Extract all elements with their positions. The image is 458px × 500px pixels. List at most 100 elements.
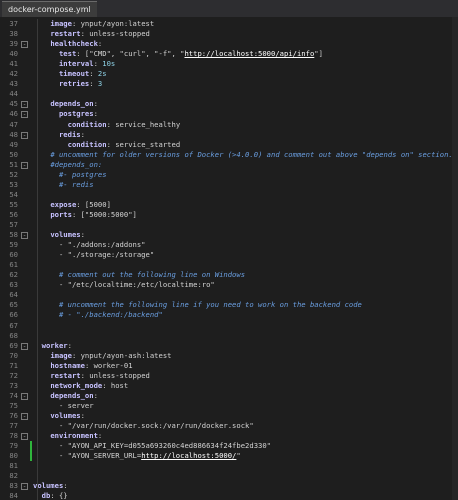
- yaml-value: - "/etc/localtime:/etc/localtime:ro": [58, 280, 215, 290]
- code-line[interactable]: 58- volumes:: [0, 230, 458, 240]
- yaml-key: ports: [50, 209, 72, 219]
- code-text: # uncomment for older versions of Docker…: [50, 150, 452, 160]
- tab-bar: docker-compose.yml: [0, 0, 458, 17]
- fold-toggle-icon[interactable]: -: [21, 483, 28, 491]
- code-editor[interactable]: 37 image: ynput/ayon:latest 38 restart: unl…: [0, 17, 458, 500]
- code-text: condition: service_started: [68, 140, 181, 150]
- code-line[interactable]: 38 restart: unless-stopped: [0, 29, 458, 39]
- line-number: 75: [9, 400, 18, 410]
- code-line[interactable]: 68: [0, 331, 458, 341]
- code-line[interactable]: 82: [0, 471, 458, 481]
- yaml-key: image: [50, 350, 72, 360]
- code-text: volumes:: [50, 230, 85, 240]
- code-line[interactable]: 73 network_mode: host: [0, 381, 458, 391]
- line-number: 50: [9, 149, 18, 159]
- code-line[interactable]: 47 condition: service_healthy: [0, 120, 458, 130]
- fold-toggle-icon[interactable]: -: [21, 111, 28, 119]
- code-text: restart: unless-stopped: [50, 371, 150, 381]
- line-number: 84: [9, 491, 18, 500]
- code-line[interactable]: 78- environment:: [0, 431, 458, 441]
- code-line[interactable]: 76- volumes:: [0, 411, 458, 421]
- code-line[interactable]: 69- worker:: [0, 341, 458, 351]
- fold-toggle-icon[interactable]: -: [21, 101, 28, 109]
- yaml-value: :: [89, 69, 98, 79]
- code-line[interactable]: 39- healthcheck:: [0, 39, 458, 49]
- code-line[interactable]: 54: [0, 190, 458, 200]
- line-number: 65: [9, 300, 18, 310]
- yaml-value: : {}: [50, 491, 68, 500]
- code-line[interactable]: 40 test: ["CMD", "curl", "-f", "http://lo…: [0, 49, 458, 59]
- code-line[interactable]: 77 - "/var/run/docker.sock:/var/run/docke…: [0, 421, 458, 431]
- code-line[interactable]: 50 # uncomment for older versions of Dock…: [0, 150, 458, 160]
- fold-toggle-icon[interactable]: -: [21, 412, 28, 420]
- code-line[interactable]: 72 restart: unless-stopped: [0, 371, 458, 381]
- code-line[interactable]: 56 ports: ["5000:5000"]: [0, 210, 458, 220]
- code-line[interactable]: 63 - "/etc/localtime:/etc/localtime:ro": [0, 280, 458, 290]
- code-line[interactable]: 61: [0, 260, 458, 270]
- line-number: 42: [9, 69, 18, 79]
- code-line[interactable]: 41 interval: 10s: [0, 59, 458, 69]
- code-line[interactable]: 65 # uncomment the following line if you …: [0, 300, 458, 310]
- indent-guide: [37, 19, 38, 500]
- line-number: 62: [9, 270, 18, 280]
- code-text: postgres:: [59, 109, 98, 119]
- code-line[interactable]: 67: [0, 321, 458, 331]
- line-number: 52: [9, 169, 18, 179]
- code-line[interactable]: 59 - "./addons:/addons": [0, 240, 458, 250]
- yaml-value: : service_healthy: [106, 119, 181, 129]
- code-line[interactable]: 70 image: ynput/ayon-ash:latest: [0, 351, 458, 361]
- code-line[interactable]: 66 # - "./backend:/backend": [0, 310, 458, 320]
- code-line[interactable]: 51- #depends_on:: [0, 160, 458, 170]
- yaml-comment: #- postgres: [58, 169, 107, 179]
- code-line[interactable]: 74- depends_on:: [0, 391, 458, 401]
- code-line[interactable]: 53 #- redis: [0, 180, 458, 190]
- code-line[interactable]: 64: [0, 290, 458, 300]
- code-line[interactable]: 49 condition: service_started: [0, 140, 458, 150]
- line-number: 45: [9, 99, 18, 109]
- code-line[interactable]: 43 retries: 3: [0, 79, 458, 89]
- code-line[interactable]: 55 expose: [5000]: [0, 200, 458, 210]
- code-line[interactable]: 42 timeout: 2s: [0, 69, 458, 79]
- code-line[interactable]: 45- depends_on:: [0, 99, 458, 109]
- code-line[interactable]: 48- redis:: [0, 130, 458, 140]
- code-text: volumes:: [33, 481, 68, 491]
- fold-toggle-icon[interactable]: -: [21, 392, 28, 400]
- yaml-value: : unless-stopped: [80, 29, 150, 39]
- code-line[interactable]: 52 #- postgres: [0, 170, 458, 180]
- code-line[interactable]: 46- postgres:: [0, 109, 458, 119]
- code-line[interactable]: 44: [0, 89, 458, 99]
- vertical-scrollbar[interactable]: [452, 17, 458, 500]
- url-link[interactable]: http://localhost:5000/: [141, 451, 236, 460]
- fold-toggle-icon[interactable]: -: [21, 342, 28, 350]
- fold-toggle-icon[interactable]: -: [21, 41, 28, 49]
- line-number: 44: [9, 89, 18, 99]
- line-number: 61: [9, 260, 18, 270]
- line-number: 70: [9, 350, 18, 360]
- code-line[interactable]: 81: [0, 461, 458, 471]
- code-line[interactable]: 80 - "AYON_SERVER_URL=http://localhost:50…: [0, 451, 458, 462]
- code-line[interactable]: 37 image: ynput/ayon:latest: [0, 19, 458, 29]
- code-text: condition: service_healthy: [68, 120, 181, 130]
- code-text: ports: ["5000:5000"]: [50, 210, 137, 220]
- code-line[interactable]: 71 hostname: worker-01: [0, 361, 458, 371]
- code-line[interactable]: 83- volumes:: [0, 481, 458, 491]
- yaml-value: : service_started: [106, 139, 181, 149]
- fold-toggle-icon[interactable]: -: [21, 161, 28, 169]
- url-link[interactable]: http://localhost:5000/api/info: [184, 49, 314, 58]
- code-line[interactable]: 75 - server: [0, 401, 458, 411]
- code-line[interactable]: 79 - "AYON_API_KEY=d055a693260c4ed886634f…: [0, 441, 458, 452]
- fold-toggle-icon[interactable]: -: [21, 232, 28, 240]
- yaml-key: interval: [58, 59, 94, 69]
- code-text: worker:: [42, 341, 72, 351]
- code-line[interactable]: 84 db: {}: [0, 491, 458, 500]
- yaml-value: - "./addons:/addons": [58, 240, 146, 250]
- code-line[interactable]: 57: [0, 220, 458, 230]
- code-line[interactable]: 62 # comment out the following line on Wi…: [0, 270, 458, 280]
- line-number: 64: [9, 290, 18, 300]
- fold-toggle-icon[interactable]: -: [21, 433, 28, 441]
- code-line[interactable]: 60 - "./storage:/storage": [0, 250, 458, 260]
- yaml-value: - "/var/run/docker.sock:/var/run/docker.…: [58, 421, 254, 430]
- fold-toggle-icon[interactable]: -: [21, 131, 28, 139]
- tab-docker-compose[interactable]: docker-compose.yml: [2, 1, 97, 17]
- code-text: #- redis: [59, 180, 94, 190]
